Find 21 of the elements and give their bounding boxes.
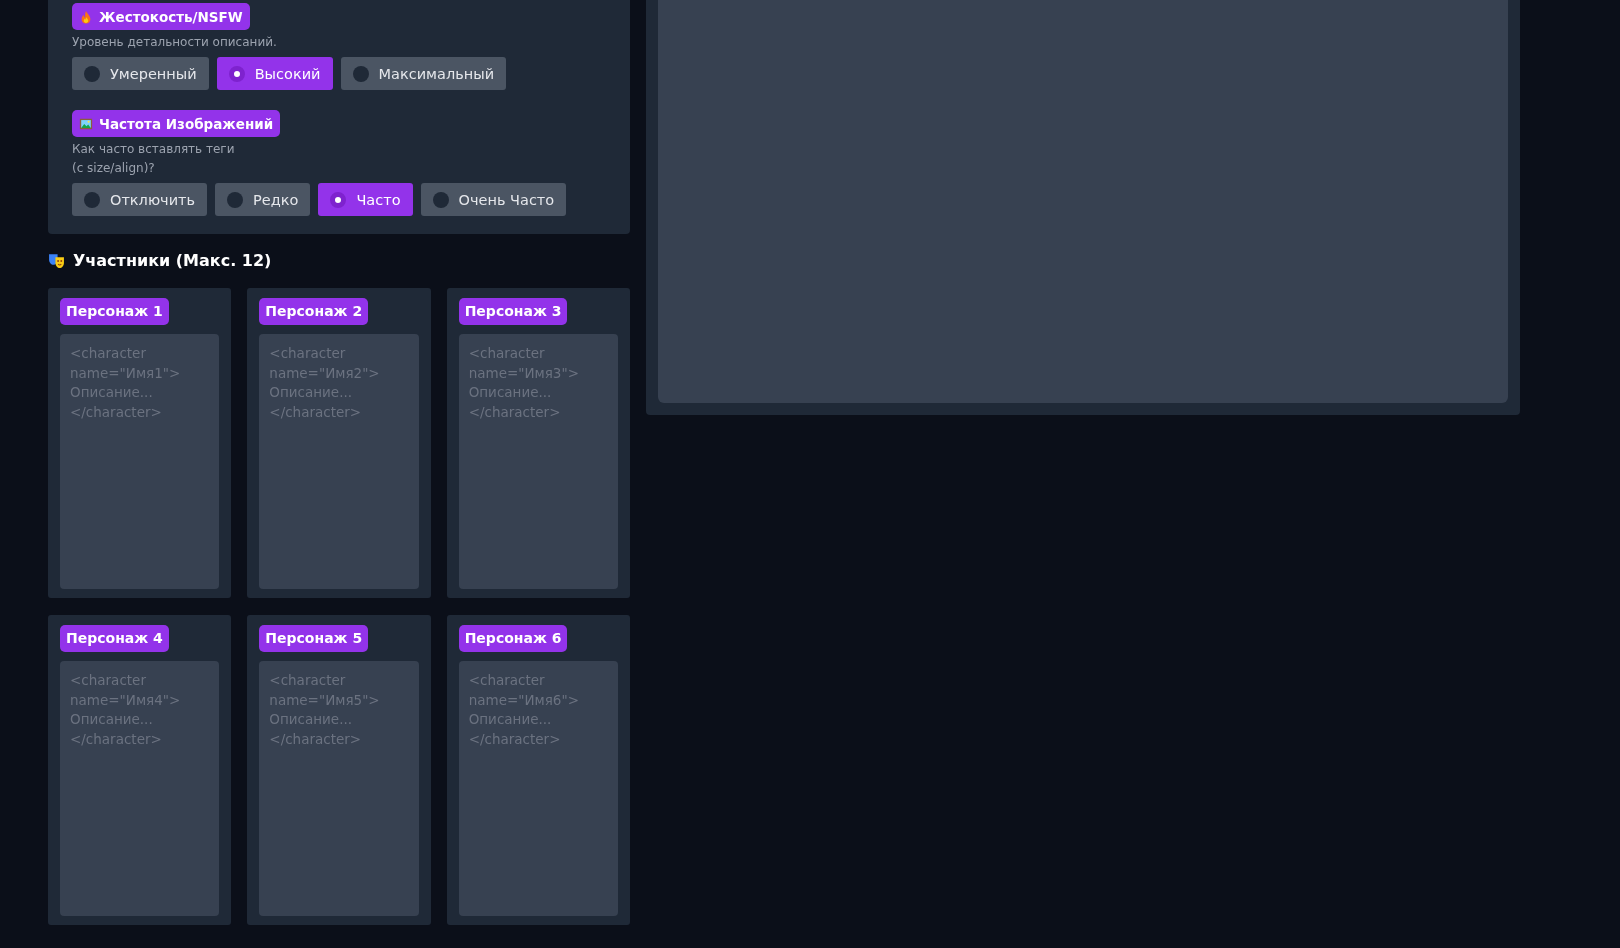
character-label: Персонаж 4 (60, 625, 169, 652)
radio-option[interactable]: Максимальный (340, 57, 507, 90)
radio-option[interactable]: Отключить (72, 183, 208, 216)
setting-description: Уровень детальности описаний. (72, 34, 277, 51)
picture-icon (79, 116, 93, 131)
radio-option[interactable]: Очень Часто (420, 183, 567, 216)
character-label: Персонаж 2 (259, 298, 369, 325)
character-label: Персонаж 1 (60, 298, 169, 325)
character-label: Персонаж 6 (458, 625, 568, 652)
character-label: Персонаж 5 (259, 625, 369, 652)
theater-masks-icon (48, 252, 65, 269)
fire-icon (79, 9, 93, 24)
section-title: Участники (Макс. 12) (73, 251, 272, 270)
setting-description: Как часто вставлять теги (с size/align)? (72, 141, 235, 177)
radio-option[interactable]: Часто (318, 183, 413, 216)
character-label: Персонаж 3 (458, 298, 568, 325)
setting-label: Жестокость/NSFW (72, 3, 250, 30)
setting-label: Частота Изображений (72, 110, 281, 137)
radio-option[interactable]: Редко (215, 183, 311, 216)
radio-option[interactable]: Высокий (216, 57, 333, 90)
radio-option[interactable]: Умеренный (72, 57, 209, 90)
